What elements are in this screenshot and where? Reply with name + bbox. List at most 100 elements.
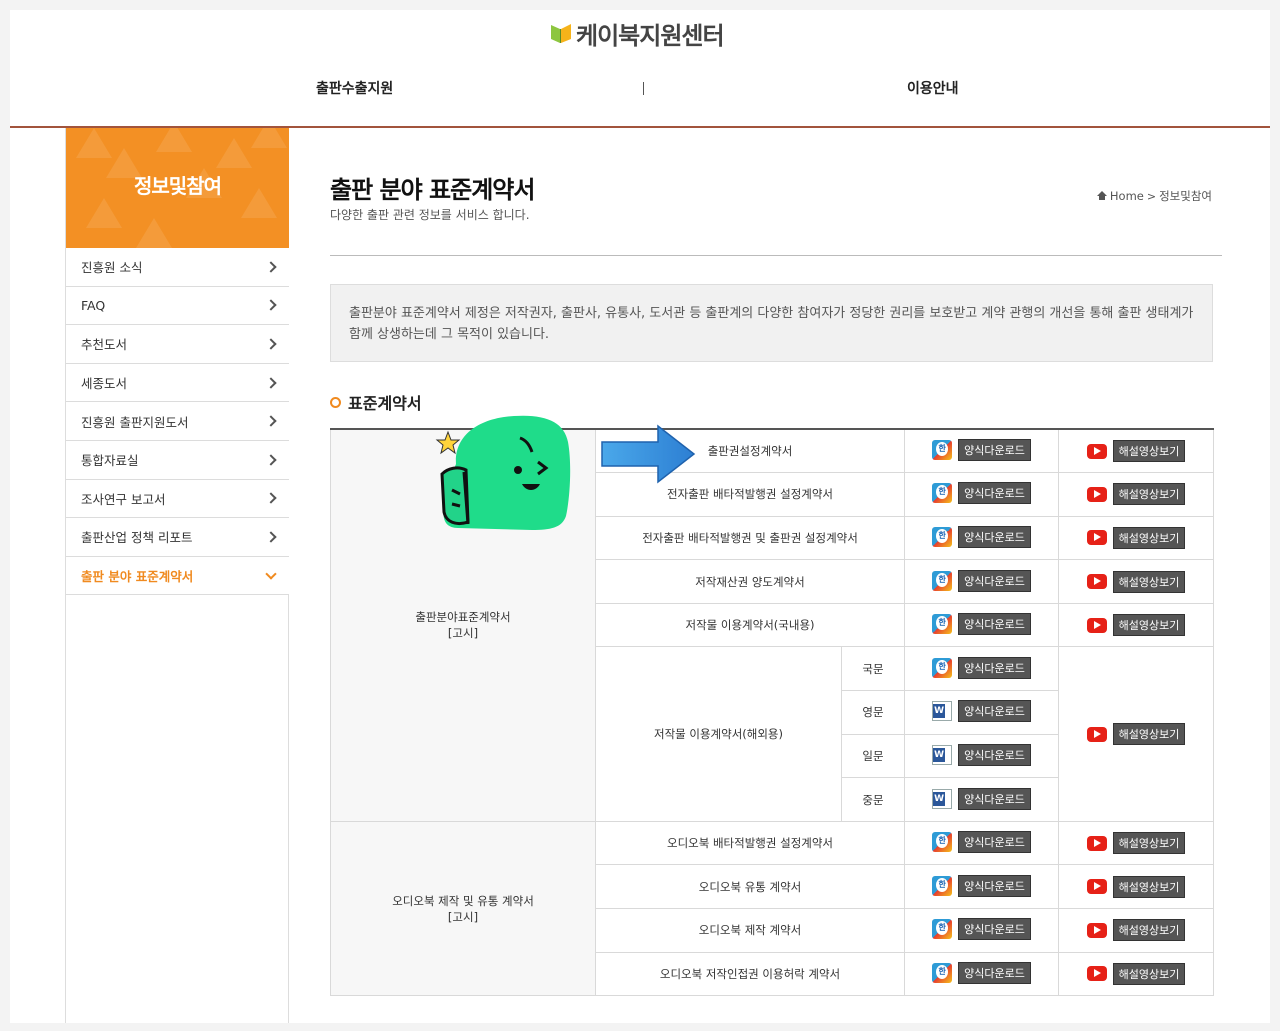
download-button[interactable]: 양식다운로드: [932, 700, 1031, 723]
group-tag: [고시]: [447, 626, 479, 641]
download-button[interactable]: 양식다운로드: [932, 787, 1031, 810]
page-subtitle: 다양한 출판 관련 정보를 서비스 합니다.: [330, 208, 530, 222]
download-button[interactable]: 양식다운로드: [932, 961, 1031, 984]
video-button[interactable]: 해설영상보기: [1086, 526, 1186, 549]
youtube-icon: [1086, 486, 1107, 502]
video-button[interactable]: 해설영상보기: [1086, 723, 1186, 746]
video-cell: 해설영상보기: [1058, 951, 1215, 997]
sidebar-item-label: 조사연구 보고서: [81, 491, 166, 507]
sidebar-item-research[interactable]: 조사연구 보고서: [66, 479, 289, 519]
video-cell: 해설영상보기: [1058, 428, 1215, 474]
nav-item-guide[interactable]: 이용안내: [907, 78, 959, 98]
sidebar-title: 정보및참여: [134, 174, 222, 198]
breadcrumb-home[interactable]: Home: [1110, 189, 1144, 203]
language-label: 일문: [840, 733, 906, 779]
video-button[interactable]: 해설영상보기: [1086, 962, 1186, 985]
sidebar-item-recommended[interactable]: 추천도서: [66, 325, 289, 364]
group-cell-audiobook: 오디오북 제작 및 유통 계약서 [고시]: [330, 820, 596, 997]
sidebar-item-standard-contracts[interactable]: 출판 분야 표준계약서: [66, 556, 289, 596]
sidebar-item-sejong[interactable]: 세종도서: [66, 363, 289, 403]
site-logo[interactable]: 케이북지원센터: [550, 16, 725, 50]
sidebar-item-faq[interactable]: FAQ: [66, 286, 289, 326]
group-label: 출판분야표준계약서: [415, 610, 511, 625]
contract-name: 저작물 이용계약서(국내용): [594, 602, 906, 648]
book-logo-icon: [551, 24, 571, 43]
sidebar-item-label: 추천도서: [81, 337, 128, 353]
chevron-down-icon: [265, 567, 277, 580]
download-cell: 양식다운로드: [904, 820, 1060, 866]
chevron-right-icon: [265, 261, 277, 273]
hwp-file-icon: [932, 440, 953, 461]
video-button[interactable]: 해설영상보기: [1086, 570, 1186, 593]
section-title: 표준계약서: [330, 390, 422, 414]
hwp-file-icon: [932, 919, 953, 940]
language-label: 중문: [840, 777, 906, 822]
nav-item-export-support[interactable]: 출판수출지원: [316, 78, 393, 98]
video-button[interactable]: 해설영상보기: [1086, 440, 1186, 463]
sidebar-item-supported-books[interactable]: 진흥원 출판지원도서: [66, 402, 289, 441]
video-button[interactable]: 해설영상보기: [1086, 875, 1186, 898]
download-cell: 양식다운로드: [904, 864, 1060, 910]
download-cell: 양식다운로드: [904, 602, 1060, 648]
download-button[interactable]: 양식다운로드: [932, 569, 1031, 592]
download-button[interactable]: 양식다운로드: [932, 918, 1031, 941]
sidebar-item-archive[interactable]: 통합자료실: [66, 440, 289, 480]
section-title-text: 표준계약서: [348, 394, 422, 413]
download-button[interactable]: 양식다운로드: [932, 743, 1031, 766]
contract-name: 전자출판 배타적발행권 및 출판권 설정계약서: [594, 515, 906, 561]
sidebar-item-news[interactable]: 진흥원 소식: [66, 248, 289, 287]
language-label: 영문: [840, 690, 906, 735]
hwp-file-icon: [932, 962, 953, 983]
download-cell: 양식다운로드: [904, 733, 1060, 779]
download-button[interactable]: 양식다운로드: [932, 656, 1031, 679]
sidebar: 정보및참여 진흥원 소식 FAQ 추천도서 세종도서 진흥원 출판지원도서 통합…: [65, 128, 289, 1023]
video-button[interactable]: 해설영상보기: [1086, 832, 1186, 855]
language-label: 국문: [840, 646, 906, 692]
breadcrumb-current[interactable]: 정보및참여: [1159, 188, 1212, 204]
table-row: 오디오북 제작 및 유통 계약서 [고시] 오디오북 배타적발행권 설정계약서 …: [330, 820, 1215, 997]
video-button[interactable]: 해설영상보기: [1086, 483, 1186, 506]
download-button[interactable]: 양식다운로드: [932, 482, 1031, 505]
download-button[interactable]: 양식다운로드: [932, 525, 1031, 548]
logo-text: 케이북지원센터: [576, 21, 725, 50]
download-button[interactable]: 양식다운로드: [932, 439, 1031, 462]
youtube-icon: [1086, 879, 1107, 895]
sidebar-menu: 진흥원 소식 FAQ 추천도서 세종도서 진흥원 출판지원도서 통합자료실 조사…: [66, 248, 289, 596]
youtube-icon: [1086, 574, 1107, 590]
site-header: 케이북지원센터 출판수출지원 이용안내: [10, 10, 1270, 128]
download-button[interactable]: 양식다운로드: [932, 874, 1031, 897]
page-title: 출판 분야 표준계약서: [330, 176, 535, 204]
word-file-icon: [932, 701, 953, 722]
sidebar-item-label: 세종도서: [81, 376, 128, 392]
word-file-icon: [932, 788, 953, 809]
download-button[interactable]: 양식다운로드: [932, 831, 1031, 854]
download-button[interactable]: 양식다운로드: [932, 613, 1031, 636]
video-cell: 해설영상보기: [1058, 559, 1215, 604]
download-cell: 양식다운로드: [904, 777, 1060, 822]
youtube-icon: [1086, 530, 1107, 546]
chevron-right-icon: [265, 492, 277, 505]
chevron-right-icon: [265, 299, 277, 312]
video-cell: 해설영상보기: [1058, 472, 1215, 517]
mascot-sticker-icon: [435, 415, 571, 530]
contract-name: 저작재산권 양도계약서: [594, 559, 906, 604]
chevron-right-icon: [265, 454, 277, 466]
contract-name: 저작물 이용계약서(해외용): [595, 646, 842, 822]
hwp-file-icon: [932, 832, 953, 853]
sidebar-item-label: 출판산업 정책 리포트: [81, 530, 193, 546]
download-cell: 양식다운로드: [904, 559, 1060, 604]
contract-name: 오디오북 저작인접권 이용허락 계약서: [594, 951, 906, 997]
bullet-ring-icon: [330, 396, 341, 408]
download-cell: 양식다운로드: [904, 646, 1060, 692]
sidebar-item-policy-report[interactable]: 출판산업 정책 리포트: [66, 518, 289, 557]
video-button[interactable]: 해설영상보기: [1086, 919, 1186, 942]
video-cell: 해설영상보기: [1058, 820, 1215, 866]
pointer-arrow-icon: [601, 424, 696, 484]
video-button[interactable]: 해설영상보기: [1086, 614, 1186, 637]
word-file-icon: [932, 744, 953, 765]
description-box: 출판분야 표준계약서 제정은 저작권자, 출판사, 유통사, 도서관 등 출판계…: [330, 284, 1213, 362]
group-tag: [고시]: [447, 909, 479, 924]
nav-separator: [643, 82, 644, 95]
hwp-file-icon: [932, 657, 953, 678]
hwp-file-icon: [932, 570, 953, 591]
